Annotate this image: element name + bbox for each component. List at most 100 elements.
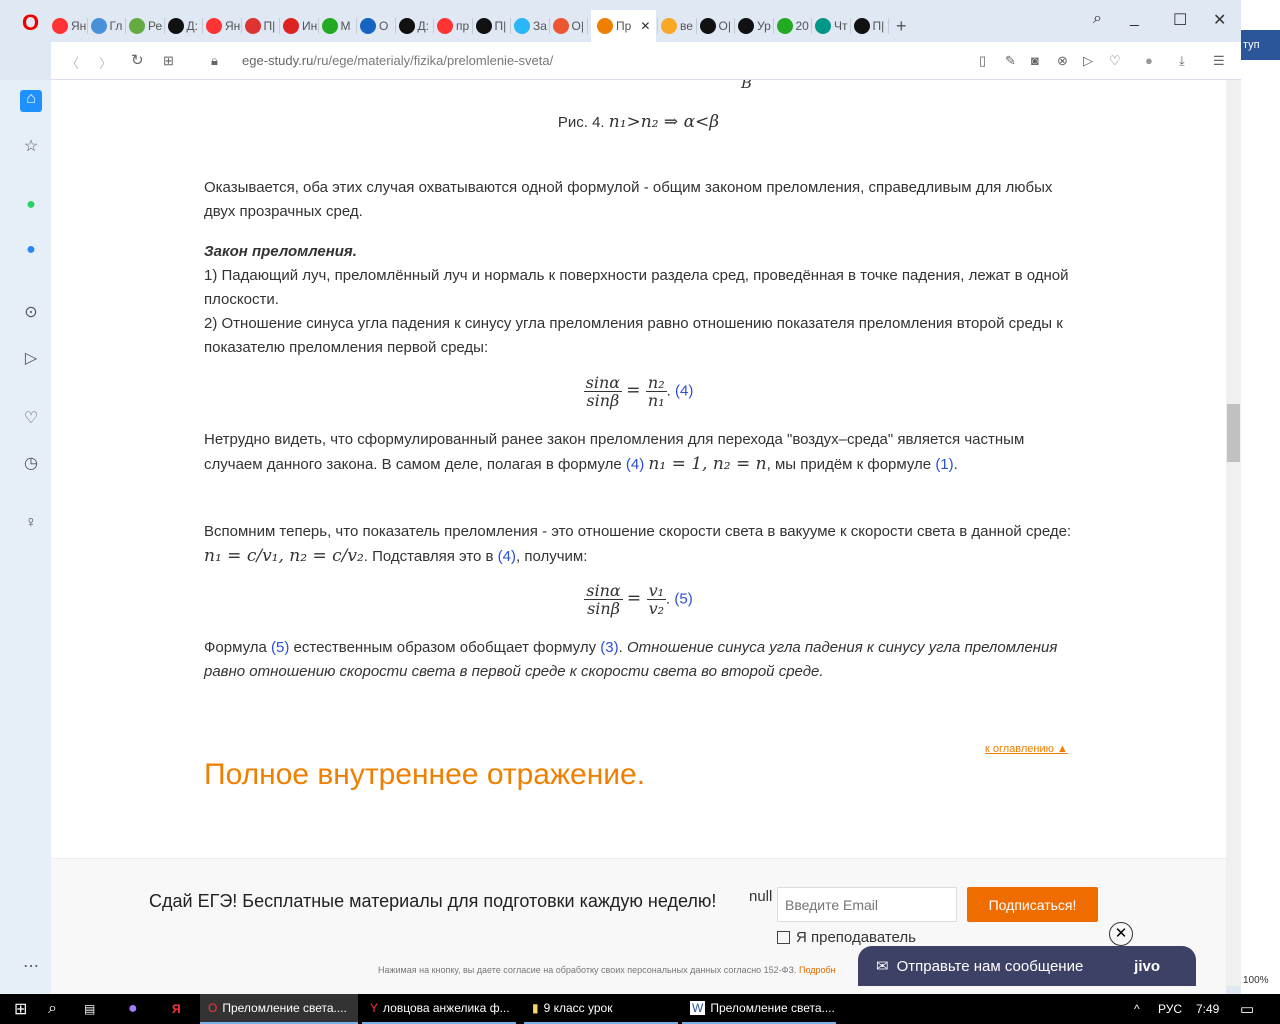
page-content: B Рис. 4. n₁>n₂ ⇒ α<β Оказывается, оба э… xyxy=(51,80,1226,994)
browser-tab[interactable]: Гл xyxy=(90,12,122,40)
toc-link[interactable]: к оглавлению ▲ xyxy=(985,743,1068,755)
taskbar-item[interactable]: ▮ 9 класс урок xyxy=(524,994,678,1024)
tab-bar: O Ян Гл Ре Д: Ян П| Ин М О Д: пр П| За О| Пр ✕ ве О| Ур 20 Ч… xyxy=(0,0,1241,42)
favicon-icon xyxy=(437,18,453,34)
favicon-icon xyxy=(776,18,793,34)
browser-tab[interactable]: П| xyxy=(475,12,506,40)
url-field[interactable]: ege-study.ru/ru/ege/materialy/fizika/pre… xyxy=(242,53,553,68)
start-icon[interactable]: ⊞ xyxy=(6,994,27,1024)
send-icon[interactable]: ▷ xyxy=(20,348,42,370)
tab-separator xyxy=(356,18,357,34)
alice-icon[interactable]: ● xyxy=(120,994,138,1024)
adblock-icon[interactable]: ⊗ xyxy=(1057,53,1068,69)
tab-separator xyxy=(849,18,851,34)
scrollbar-thumb[interactable] xyxy=(1227,404,1240,462)
favicon-icon xyxy=(552,18,569,34)
browser-tab[interactable]: 20 xyxy=(776,12,809,40)
heart-icon[interactable]: ♡ xyxy=(1109,53,1121,69)
figure-caption: Рис. 4. n₁>n₂ ⇒ α<β xyxy=(557,112,720,132)
scrollbar[interactable] xyxy=(1226,80,1241,986)
heart-icon[interactable]: ♡ xyxy=(20,408,42,430)
settings-icon[interactable]: ☰ xyxy=(1213,53,1225,69)
lightbulb-icon[interactable]: ♀ xyxy=(20,514,42,536)
tab-separator xyxy=(772,18,774,34)
email-input[interactable] xyxy=(777,887,957,922)
jivo-chat-button[interactable]: ✉ Отправьте нам сообщение jivo xyxy=(858,946,1196,986)
tab-separator xyxy=(548,18,550,34)
home-icon[interactable]: ⌂ xyxy=(20,90,42,112)
browser-tab[interactable]: За xyxy=(514,12,547,40)
whatsapp-icon[interactable]: ● xyxy=(20,196,42,218)
close-tab-icon[interactable]: ✕ xyxy=(640,19,650,33)
browser-tab[interactable]: О xyxy=(360,12,388,40)
paragraph: Формула (5) естественным образом обобщае… xyxy=(204,639,1058,680)
tab-separator xyxy=(163,18,165,34)
browser-tab[interactable]: ве xyxy=(661,12,693,40)
browser-tab[interactable]: Ян xyxy=(52,12,86,40)
lock-icon: 🔒︎ xyxy=(211,53,218,68)
forward-icon[interactable]: 〉 xyxy=(99,53,112,72)
new-tab-button[interactable]: + xyxy=(896,12,907,40)
maximize-button[interactable]: ☐ xyxy=(1173,10,1187,30)
browser-tab[interactable]: пр xyxy=(437,12,469,40)
opera-menu-icon[interactable]: O xyxy=(22,10,39,36)
background-window: туп 100% xyxy=(1241,0,1280,994)
browser-tab[interactable]: О| xyxy=(699,12,731,40)
search-icon[interactable]: ⌕ xyxy=(40,994,57,1024)
tab-separator xyxy=(433,18,434,34)
search-tabs-icon[interactable]: ⌕ xyxy=(1093,10,1102,28)
tab-separator xyxy=(240,18,242,34)
history-icon[interactable]: ◷ xyxy=(20,453,42,475)
browser-tab[interactable]: Чт xyxy=(815,12,848,40)
browser-tab[interactable]: Д: xyxy=(398,12,429,40)
camera-icon[interactable]: ◙ xyxy=(1031,53,1039,68)
browser-tab[interactable]: П| xyxy=(244,12,275,40)
back-icon[interactable]: 〈 xyxy=(66,53,79,72)
favicon-icon xyxy=(52,18,68,34)
favicon-icon xyxy=(815,18,831,34)
tabs-grid-icon[interactable]: ⊞ xyxy=(163,53,174,69)
close-window-button[interactable]: ✕ xyxy=(1213,10,1226,30)
tab-separator xyxy=(125,18,126,34)
tab-separator xyxy=(471,18,473,34)
browser-tab[interactable]: М xyxy=(321,12,351,40)
subscribe-button[interactable]: Подписаться! xyxy=(967,887,1098,922)
favicon-icon xyxy=(475,18,492,34)
taskbar-item[interactable]: W Преломление света.... xyxy=(682,994,836,1024)
more-icon[interactable]: ⋯ xyxy=(20,956,42,978)
tab-separator xyxy=(279,18,280,34)
reader-icon[interactable]: ▯ xyxy=(979,53,986,69)
favicon-icon xyxy=(853,18,870,34)
zoom-level: 100% xyxy=(1243,975,1269,986)
download-icon[interactable]: ⤓ xyxy=(1179,53,1185,69)
browser-tab[interactable]: Пр ✕ xyxy=(591,10,657,42)
browser-tab[interactable]: Ин xyxy=(283,12,317,40)
send-icon[interactable]: ▷ xyxy=(1083,53,1093,69)
task-view-icon[interactable]: ▤ xyxy=(76,994,95,1024)
yandex-icon[interactable]: Я xyxy=(164,994,181,1024)
favicon-icon xyxy=(360,18,376,34)
clock[interactable]: 7:49 xyxy=(1188,994,1219,1024)
language-indicator[interactable]: РУС xyxy=(1150,994,1182,1024)
notifications-icon[interactable]: ▭ xyxy=(1232,994,1254,1024)
browser-tab[interactable]: Д: xyxy=(167,12,198,40)
teacher-checkbox[interactable]: Я преподаватель xyxy=(777,929,916,946)
tab-separator xyxy=(888,18,889,34)
player-icon[interactable]: ⊙ xyxy=(20,302,42,324)
profile-avatar[interactable]: ● xyxy=(1145,53,1153,68)
browser-tab[interactable]: Ян xyxy=(206,12,240,40)
minimize-button[interactable]: _ xyxy=(1130,10,1139,28)
tray-chevron-icon[interactable]: ^ xyxy=(1126,994,1140,1024)
vk-icon[interactable]: ● xyxy=(20,241,42,263)
tab-separator xyxy=(587,18,588,34)
edit-icon[interactable]: ✎ xyxy=(1005,53,1016,69)
reload-icon[interactable]: ↻ xyxy=(131,51,144,69)
taskbar-item[interactable]: Yловцова анжелика ф... xyxy=(362,994,516,1024)
browser-tab[interactable]: П| xyxy=(853,12,884,40)
browser-tab[interactable]: О| xyxy=(552,12,584,40)
star-icon[interactable]: ☆ xyxy=(20,136,42,158)
close-banner-icon[interactable]: ✕ xyxy=(1109,922,1133,946)
browser-tab[interactable]: Ре xyxy=(129,12,162,40)
browser-tab[interactable]: Ур xyxy=(738,12,771,40)
taskbar-item[interactable]: O Преломление света.... xyxy=(200,994,358,1024)
